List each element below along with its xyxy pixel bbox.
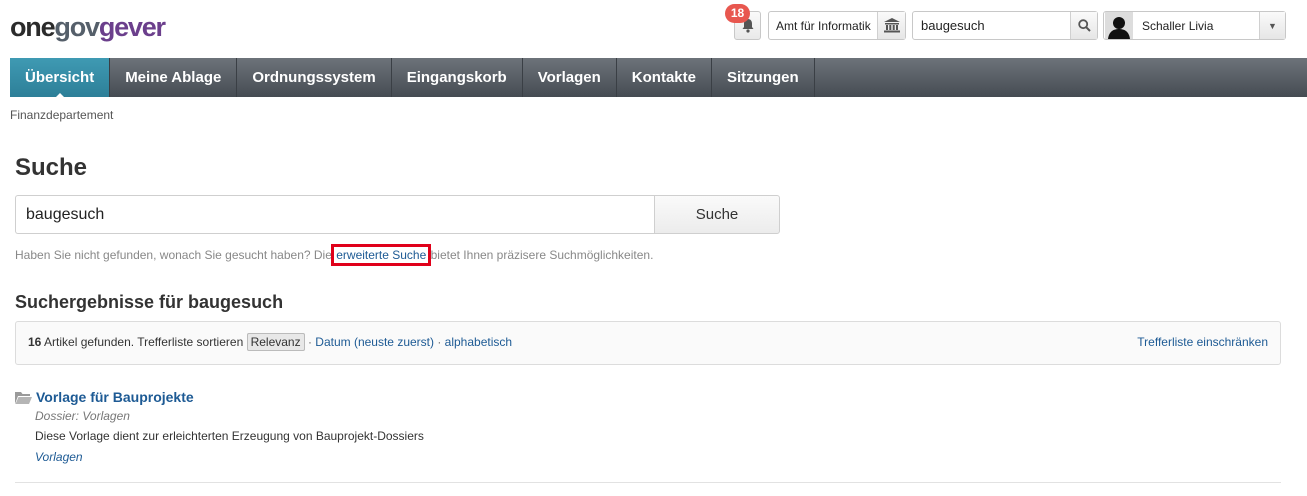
sort-date-link[interactable]: Datum (neuste zuerst) (315, 335, 434, 349)
sort-relevance[interactable]: Relevanz (246, 333, 305, 351)
results-title: Suchergebnisse für baugesuch (15, 292, 284, 312)
global-search[interactable] (912, 11, 1098, 40)
tab-meine-ablage[interactable]: Meine Ablage (110, 58, 238, 97)
user-name: Schaller Livia (1142, 18, 1214, 33)
result-description: Diese Vorlage dient zur erleichterten Er… (35, 429, 424, 443)
hint-text-after: bietet Ihnen präzisere Suchmöglichkeiten… (427, 248, 654, 262)
result-title-link[interactable]: Vorlage für Bauprojekte (36, 389, 194, 405)
list-item: Vorlage für Bauprojekte Dossier: Vorlage… (15, 389, 1281, 464)
results-toolbar: 16 Artikel gefunden. Trefferliste sortie… (15, 321, 1281, 365)
sort-alphabetical-link[interactable]: alphabetisch (445, 335, 512, 349)
user-menu[interactable]: Schaller Livia ▼ (1103, 11, 1286, 40)
app-logo[interactable]: onegovgever (10, 12, 166, 42)
result-count: 16 (28, 335, 42, 349)
search-form: Suche (15, 195, 780, 234)
folder-icon (15, 391, 32, 404)
divider (15, 482, 1281, 483)
tab-kontakte[interactable]: Kontakte (617, 58, 712, 97)
avatar (1105, 12, 1133, 39)
logo-part-one: one (10, 12, 56, 42)
tab-ordnungssystem[interactable]: Ordnungssystem (237, 58, 392, 97)
hint-text-before: Haben Sie nicht gefunden, wonach Sie ges… (15, 248, 336, 262)
search-input[interactable] (15, 195, 654, 234)
breadcrumb[interactable]: Finanzdepartement (10, 108, 113, 122)
magnifier-icon (1077, 19, 1091, 32)
logo-part-gever: gever (98, 12, 166, 42)
search-hint: Haben Sie nicht gefunden, wonach Sie ges… (15, 244, 654, 266)
separator: · (434, 335, 445, 349)
found-text: Artikel gefunden. Trefferliste sortieren (41, 335, 247, 349)
tab-vorlagen[interactable]: Vorlagen (523, 58, 617, 97)
tab-eingangskorb[interactable]: Eingangskorb (392, 58, 523, 97)
notification-count-badge: 18 (725, 4, 750, 23)
global-search-input[interactable] (913, 12, 1070, 39)
main-navigation: Übersicht Meine Ablage Ordnungssystem Ei… (10, 58, 1307, 98)
global-search-button[interactable] (1070, 12, 1097, 39)
separator: · (304, 335, 316, 349)
result-meta: Dossier: Vorlagen (35, 409, 130, 423)
tab-sitzungen[interactable]: Sitzungen (712, 58, 815, 97)
institution-icon[interactable] (877, 12, 905, 39)
chevron-down-icon[interactable]: ▼ (1259, 12, 1285, 39)
refine-results-link[interactable]: Trefferliste einschränken (1137, 335, 1268, 349)
search-button[interactable]: Suche (654, 195, 780, 234)
advanced-search-link[interactable]: erweiterte Suche (331, 244, 432, 266)
org-unit-label: Amt für Informatik (776, 18, 871, 33)
page-title: Suche (15, 154, 88, 181)
org-unit-selector[interactable]: Amt für Informatik (768, 11, 906, 40)
logo-part-gov: gov (54, 12, 100, 42)
result-path-link[interactable]: Vorlagen (35, 450, 1281, 464)
tab-uebersicht[interactable]: Übersicht (10, 58, 111, 98)
